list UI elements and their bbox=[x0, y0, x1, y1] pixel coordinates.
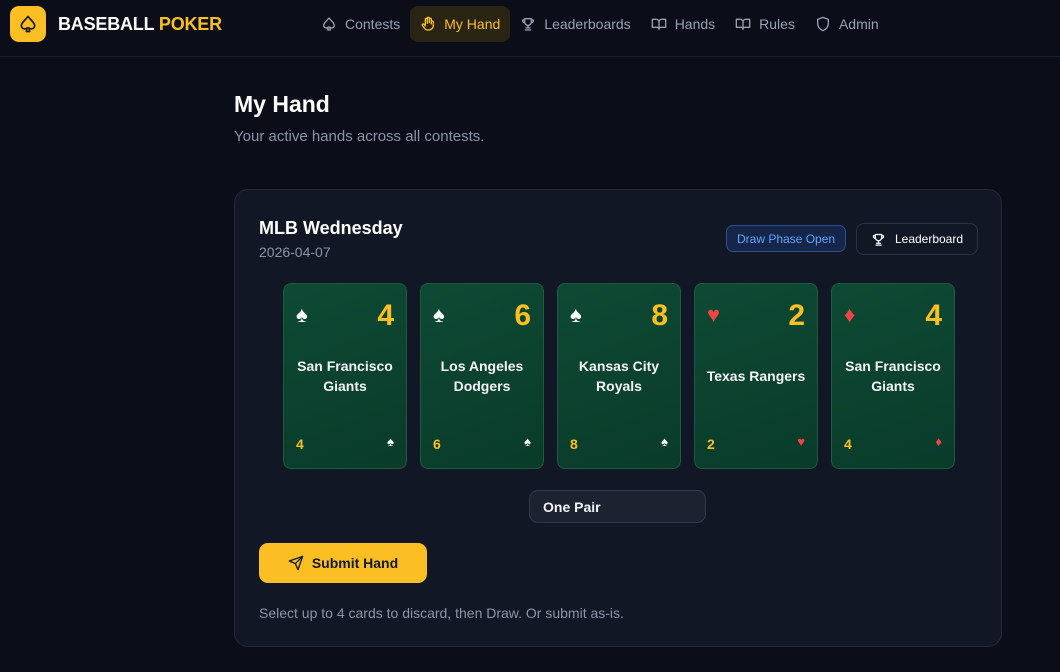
page-subtitle: Your active hands across all contests. bbox=[234, 128, 485, 145]
card-team: Kansas City Royals bbox=[562, 284, 676, 468]
hand-icon bbox=[420, 16, 436, 32]
nav-rules[interactable]: Rules bbox=[725, 6, 805, 42]
brand[interactable]: BASEBALL POKER bbox=[10, 6, 222, 42]
spade-icon bbox=[10, 6, 46, 42]
nav-my-hand[interactable]: My Hand bbox=[410, 6, 511, 42]
card-team: San Francisco Giants bbox=[288, 284, 402, 468]
heart-icon: ♥ bbox=[797, 434, 805, 449]
playing-card[interactable]: ♥ 2 Texas Rangers 2 ♥ bbox=[694, 283, 818, 469]
trophy-icon bbox=[520, 16, 536, 32]
brand-name-part1: BASEBALL bbox=[58, 13, 155, 34]
spade-icon: ♠ bbox=[524, 434, 531, 449]
brand-name: BASEBALL POKER bbox=[58, 14, 222, 35]
brand-name-part2: POKER bbox=[158, 13, 222, 34]
card-rank-bottom: 4 bbox=[296, 436, 304, 452]
leaderboard-button-label: Leaderboard bbox=[894, 232, 964, 246]
nav-label: My Hand bbox=[444, 16, 501, 32]
nav-label: Hands bbox=[674, 16, 716, 32]
card-team-name: San Francisco Giants bbox=[845, 358, 941, 394]
contest-name: MLB Wednesday bbox=[259, 218, 403, 238]
main-nav: Contests My Hand Leaderboards Hands Rule… bbox=[311, 6, 889, 42]
card-team: Los Angeles Dodgers bbox=[425, 284, 539, 468]
top-navbar: BASEBALL POKER Contests My Hand Leaderbo… bbox=[0, 0, 1060, 57]
playing-card[interactable]: ♠ 6 Los Angeles Dodgers 6 ♠ bbox=[420, 283, 544, 469]
spade-icon: ♠ bbox=[661, 434, 668, 449]
nav-hands[interactable]: Hands bbox=[641, 6, 725, 42]
card-team-name: Kansas City Royals bbox=[578, 358, 660, 394]
send-icon bbox=[288, 555, 304, 571]
shield-icon bbox=[815, 16, 831, 32]
spade-outline-icon bbox=[321, 16, 337, 32]
nav-contests[interactable]: Contests bbox=[311, 6, 410, 42]
hand-rank-display: One Pair bbox=[529, 490, 706, 523]
card-rank-bottom: 8 bbox=[570, 436, 578, 452]
card-team-name: Los Angeles Dodgers bbox=[440, 358, 524, 394]
nav-label: Admin bbox=[838, 16, 879, 32]
playing-card[interactable]: ♠ 8 Kansas City Royals 8 ♠ bbox=[557, 283, 681, 469]
card-team-name: San Francisco Giants bbox=[297, 358, 393, 394]
nav-admin[interactable]: Admin bbox=[805, 6, 889, 42]
nav-label: Leaderboards bbox=[544, 16, 631, 32]
spade-icon: ♠ bbox=[387, 434, 394, 449]
playing-card[interactable]: ♠ 4 San Francisco Giants 4 ♠ bbox=[283, 283, 407, 469]
hand-cards: ♠ 4 San Francisco Giants 4 ♠ ♠ 6 Los Ang… bbox=[283, 283, 955, 469]
trophy-icon bbox=[871, 232, 886, 247]
card-team: San Francisco Giants bbox=[836, 284, 950, 468]
card-team-name: Texas Rangers bbox=[706, 368, 806, 384]
status-badge: Draw Phase Open bbox=[726, 225, 847, 252]
contest-card: MLB Wednesday 2026-04-07 Draw Phase Open… bbox=[234, 189, 1002, 647]
card-rank-bottom: 6 bbox=[433, 436, 441, 452]
helper-text: Select up to 4 cards to discard, then Dr… bbox=[259, 605, 624, 621]
page-title: My Hand bbox=[234, 91, 330, 117]
nav-label: Contests bbox=[345, 16, 401, 32]
leaderboard-button[interactable]: Leaderboard bbox=[856, 223, 978, 255]
card-rank-bottom: 4 bbox=[844, 436, 852, 452]
playing-card[interactable]: ♦ 4 San Francisco Giants 4 ♦ bbox=[831, 283, 955, 469]
submit-hand-label: Submit Hand bbox=[311, 555, 399, 571]
submit-hand-button[interactable]: Submit Hand bbox=[259, 543, 427, 583]
card-team: Texas Rangers bbox=[699, 284, 813, 468]
book-icon bbox=[735, 16, 751, 32]
book-icon bbox=[651, 16, 667, 32]
contest-date: 2026-04-07 bbox=[259, 244, 331, 260]
nav-label: Rules bbox=[759, 16, 795, 32]
nav-leaderboards[interactable]: Leaderboards bbox=[510, 6, 640, 42]
card-rank-bottom: 2 bbox=[707, 436, 715, 452]
diamond-icon: ♦ bbox=[935, 434, 942, 449]
